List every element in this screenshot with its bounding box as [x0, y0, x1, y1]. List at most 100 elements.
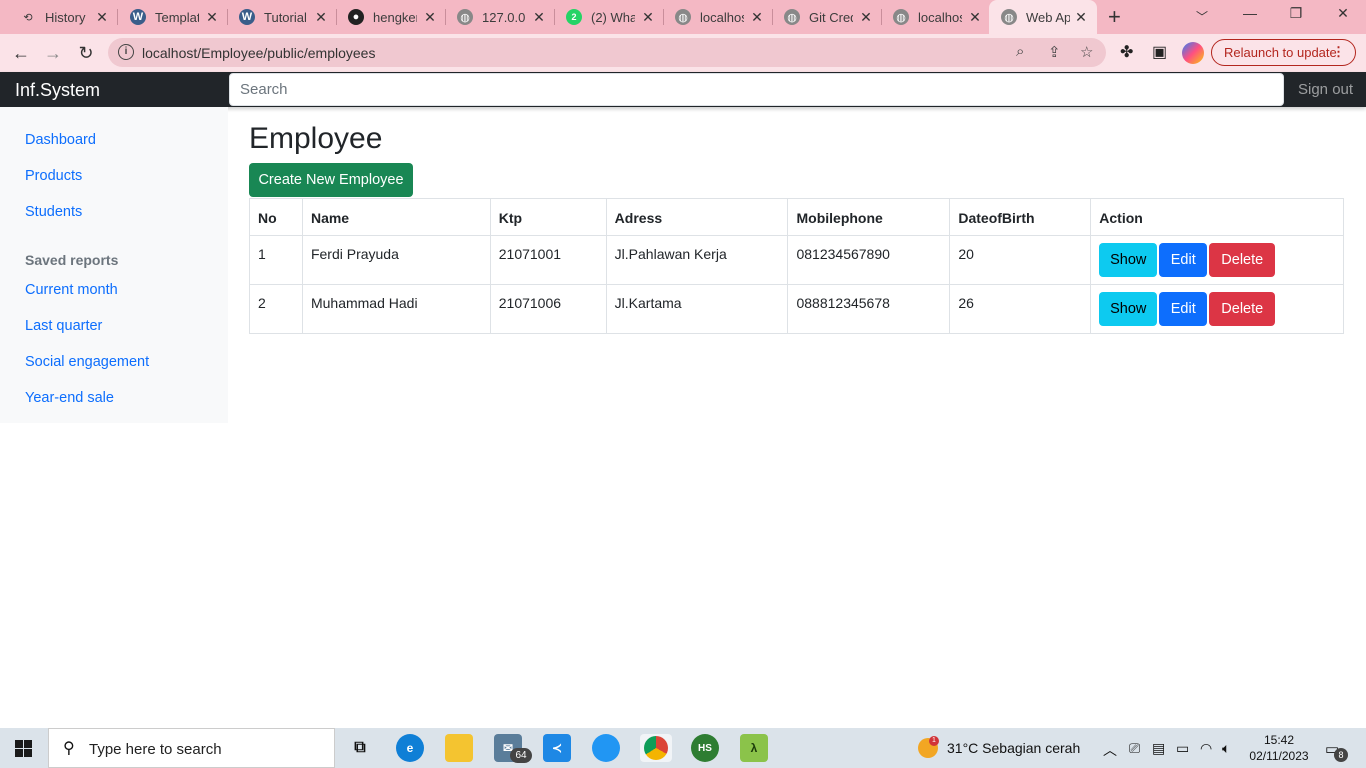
- more-menu-icon[interactable]: ⋮: [1332, 44, 1345, 60]
- edge-icon[interactable]: e: [396, 734, 424, 762]
- brand-logo[interactable]: Inf.System: [15, 80, 100, 101]
- volume-icon[interactable]: 🔈︎: [1222, 740, 1230, 757]
- close-tab-icon[interactable]: ✕: [313, 9, 329, 26]
- delete-button[interactable]: Delete: [1209, 243, 1276, 277]
- tab-title: 127.0.0.1: [482, 9, 526, 25]
- cell-adress: Jl.Kartama: [605, 284, 789, 334]
- close-tab-icon[interactable]: ✕: [531, 9, 547, 26]
- cell-ktp: 21071001: [489, 235, 607, 285]
- sidebar-report-current-month[interactable]: Current month: [25, 282, 118, 298]
- cell-actions: Show Edit Delete: [1090, 284, 1344, 334]
- column-header: Mobilephone: [787, 198, 951, 236]
- browser-tab[interactable]: ● hengker ✕: [328, 0, 446, 34]
- relaunch-label: Relaunch to update: [1224, 45, 1337, 60]
- browser-tab[interactable]: W Tutorial ✕: [219, 0, 337, 34]
- wifi-icon[interactable]: ◠: [1200, 740, 1212, 757]
- info-icon[interactable]: i: [118, 44, 134, 60]
- terminal-app-icon[interactable]: λ: [740, 734, 768, 762]
- search-icon: ⚲: [63, 740, 75, 757]
- saved-reports-heading: Saved reports: [25, 252, 119, 268]
- page-title: Employee: [249, 122, 383, 155]
- browser-tab[interactable]: ◍ 127.0.0.1 ✕: [437, 0, 555, 34]
- column-header: Action: [1090, 198, 1344, 236]
- close-tab-icon[interactable]: ✕: [422, 9, 438, 26]
- reload-icon[interactable]: ↻: [73, 40, 99, 66]
- browser-tab[interactable]: 2 (2) What ✕: [546, 0, 664, 34]
- tab-title: Git Cred: [809, 9, 853, 25]
- cell-dob: 20: [949, 235, 1092, 285]
- bookmark-star-icon[interactable]: ☆: [1080, 43, 1093, 61]
- cell-name: Ferdi Prayuda: [301, 235, 491, 285]
- battery-icon[interactable]: ▭: [1176, 740, 1189, 757]
- sidebar-report-last-quarter[interactable]: Last quarter: [25, 318, 102, 334]
- column-header: Adress: [605, 198, 789, 236]
- close-tab-icon[interactable]: ✕: [967, 9, 983, 26]
- back-icon[interactable]: ←: [8, 40, 34, 66]
- globe-icon: ◍: [893, 9, 909, 25]
- chevron-up-icon[interactable]: ︿: [1103, 740, 1117, 760]
- extensions-icon[interactable]: ✤: [1120, 42, 1133, 62]
- close-tab-icon[interactable]: ✕: [640, 9, 656, 26]
- search-input[interactable]: [229, 73, 1284, 106]
- browser-tab-strip: ⟲ History ✕ W Templat ✕ W Tutorial ✕ ● h…: [0, 0, 1366, 34]
- minimize-icon[interactable]: —: [1240, 5, 1260, 21]
- sidebar-report-year-end-sale[interactable]: Year-end sale: [25, 390, 114, 406]
- signout-link[interactable]: Sign out: [1298, 81, 1353, 98]
- relaunch-button[interactable]: Relaunch to update ⋮: [1211, 39, 1356, 66]
- close-tab-icon[interactable]: ✕: [1073, 9, 1089, 26]
- close-tab-icon[interactable]: ✕: [858, 9, 874, 26]
- zoom-icon[interactable]: ⌕: [1016, 43, 1024, 60]
- browser-tab[interactable]: ◍ localhos ✕: [873, 0, 991, 34]
- delete-button[interactable]: Delete: [1209, 292, 1276, 326]
- browser-tab[interactable]: W Templat ✕: [110, 0, 228, 34]
- forward-icon[interactable]: →: [40, 40, 66, 66]
- show-button[interactable]: Show: [1099, 292, 1158, 326]
- chevron-down-icon[interactable]: ﹀: [1196, 8, 1208, 25]
- tab-title: localhos: [700, 9, 744, 25]
- close-tab-icon[interactable]: ✕: [749, 9, 765, 26]
- create-employee-button[interactable]: Create New Employee: [249, 163, 413, 197]
- edit-button[interactable]: Edit: [1159, 292, 1208, 326]
- restore-icon[interactable]: ❐: [1286, 5, 1306, 22]
- taskbar-search[interactable]: ⚲ Type here to search: [48, 728, 335, 768]
- file-explorer-icon[interactable]: [445, 734, 473, 762]
- close-tab-icon[interactable]: ✕: [94, 9, 110, 26]
- weather-text[interactable]: 31°C Sebagian cerah: [947, 740, 1080, 756]
- tab-title: (2) What: [591, 9, 635, 25]
- side-panel-icon[interactable]: ▣: [1152, 42, 1167, 62]
- system-clock[interactable]: 15:42 02/11/2023: [1248, 732, 1310, 764]
- address-bar[interactable]: i localhost/Employee/public/employees ⌕ …: [108, 38, 1106, 67]
- new-tab-icon[interactable]: +: [1108, 4, 1121, 30]
- clock-time: 15:42: [1263, 733, 1295, 747]
- globe-icon: ◍: [784, 9, 800, 25]
- whatsapp-icon: 2: [566, 9, 582, 25]
- sidebar-item-students[interactable]: Students: [25, 204, 82, 220]
- network-app-icon[interactable]: ▤: [1152, 740, 1165, 757]
- tab-title: Web Ap: [1026, 9, 1070, 25]
- profile-avatar[interactable]: [1182, 42, 1204, 64]
- close-tab-icon[interactable]: ✕: [204, 9, 220, 26]
- app-icon[interactable]: [592, 734, 620, 762]
- cell-adress: Jl.Pahlawan Kerja: [605, 235, 789, 285]
- url-text[interactable]: localhost/Employee/public/employees: [142, 45, 375, 61]
- browser-tab-active[interactable]: ◍ Web Ap ✕: [989, 0, 1097, 34]
- sidebar-item-dashboard[interactable]: Dashboard: [25, 132, 96, 148]
- hs-app-icon[interactable]: HS: [691, 734, 719, 762]
- chrome-icon[interactable]: [640, 734, 672, 762]
- sidebar-item-products[interactable]: Products: [25, 168, 82, 184]
- tab-title: History: [45, 9, 86, 25]
- browser-tab[interactable]: ◍ localhos ✕: [655, 0, 773, 34]
- close-window-icon[interactable]: ✕: [1333, 5, 1353, 22]
- vscode-icon[interactable]: ≺: [543, 734, 571, 762]
- share-icon[interactable]: ⇪: [1048, 43, 1061, 61]
- task-view-icon[interactable]: ⧉: [346, 734, 374, 762]
- edit-button[interactable]: Edit: [1159, 243, 1208, 277]
- windows-start-icon[interactable]: [15, 740, 32, 757]
- show-button[interactable]: Show: [1099, 243, 1158, 277]
- globe-icon: ◍: [1001, 9, 1017, 25]
- sidebar-report-social-engagement[interactable]: Social engagement: [25, 354, 149, 370]
- browser-tab[interactable]: ⟲ History ✕: [0, 0, 118, 34]
- browser-tab[interactable]: ◍ Git Cred ✕: [764, 0, 882, 34]
- cell-mobile: 081234567890: [787, 235, 951, 285]
- meet-now-icon[interactable]: ⎚: [1129, 740, 1140, 757]
